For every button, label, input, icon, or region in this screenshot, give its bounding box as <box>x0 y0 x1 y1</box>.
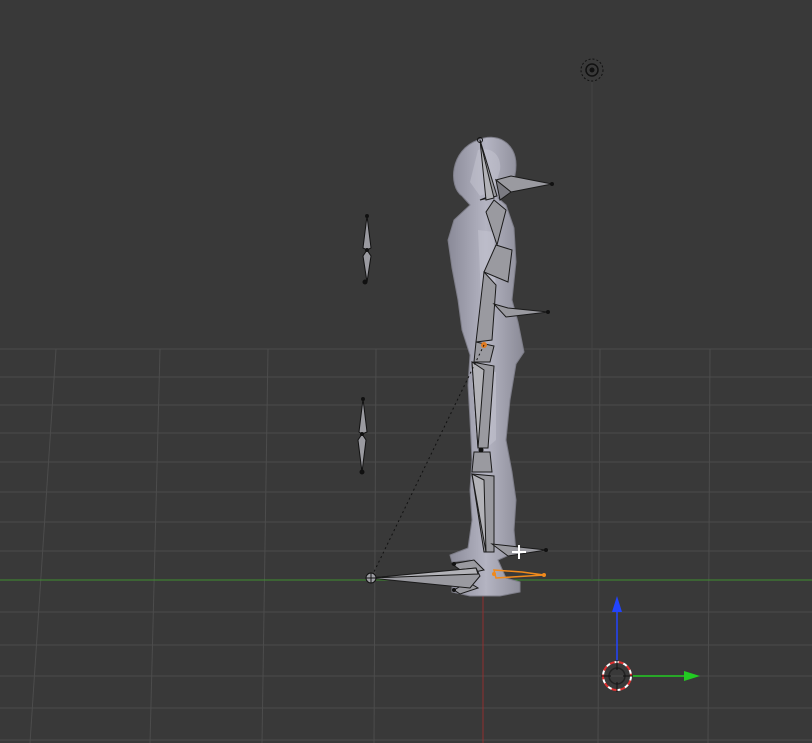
armature[interactable] <box>369 139 553 595</box>
floor-grid <box>0 348 812 743</box>
viewport-canvas[interactable] <box>0 0 812 743</box>
transform-manipulator-icon[interactable] <box>612 596 700 681</box>
pole-bones-lower[interactable] <box>357 397 368 475</box>
sun-lamp-icon[interactable] <box>580 58 604 82</box>
bone-selected-tip <box>542 573 546 577</box>
pole-bones-upper[interactable] <box>362 214 372 285</box>
ik-target-line <box>371 344 485 577</box>
3d-viewport[interactable] <box>0 0 812 743</box>
ik-target-icon[interactable] <box>365 572 377 584</box>
bone-knee[interactable] <box>471 451 493 473</box>
